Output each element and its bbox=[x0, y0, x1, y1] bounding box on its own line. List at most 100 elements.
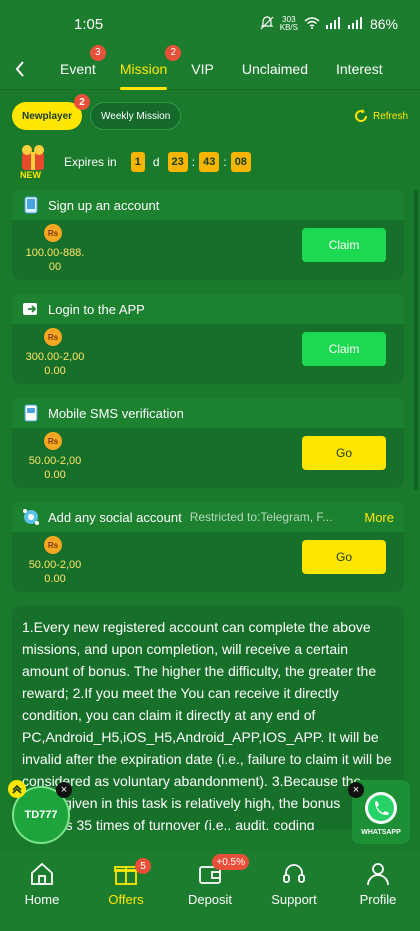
refresh-button[interactable]: Refresh bbox=[353, 108, 408, 124]
time-separator: : bbox=[223, 155, 227, 169]
tab-unclaimed[interactable]: Unclaimed bbox=[226, 48, 324, 90]
headset-icon bbox=[280, 860, 308, 888]
sms-phone-icon bbox=[22, 404, 40, 422]
rules-body: 1.Every new registered account can compl… bbox=[22, 619, 392, 830]
days-suffix: d bbox=[152, 155, 160, 169]
go-button[interactable]: Go bbox=[302, 540, 386, 574]
mission-title: Mobile SMS verification bbox=[48, 405, 184, 421]
mission-card: Add any social account Restricted to:Tel… bbox=[12, 502, 404, 592]
expires-minutes: 43 bbox=[199, 152, 220, 172]
expires-row: NEW Expires in 1 d 23 : 43 : 08 bbox=[14, 142, 406, 182]
subtab-label: Weekly Mission bbox=[101, 110, 171, 122]
signal-icon-2 bbox=[347, 16, 364, 32]
go-button[interactable]: Go bbox=[302, 436, 386, 470]
more-link[interactable]: More bbox=[364, 510, 394, 525]
subtab-weekly-mission[interactable]: Weekly Mission bbox=[90, 102, 182, 130]
rupee-coin-icon: Rs bbox=[44, 536, 62, 554]
nav-label: Support bbox=[271, 892, 317, 907]
restriction-text: Restricted to:Telegram, F... bbox=[189, 510, 333, 524]
reward-line: 0.00 bbox=[44, 469, 66, 481]
subtab-label: Newplayer bbox=[22, 110, 73, 122]
reward-line: 00 bbox=[48, 261, 62, 273]
reward-line: 50.00-2,00 bbox=[28, 559, 82, 571]
mission-reward: 50.00-2,00 0.00 bbox=[20, 558, 90, 586]
claim-button[interactable]: Claim bbox=[302, 332, 386, 366]
mission-card: Login to the APP Rs 300.00-2,00 0.00 Cla… bbox=[12, 294, 404, 384]
expires-seconds: 08 bbox=[230, 152, 251, 172]
nav-deposit[interactable]: Deposit +0.5% bbox=[175, 854, 249, 907]
refresh-label: Refresh bbox=[372, 110, 408, 122]
claim-button[interactable]: Claim bbox=[302, 228, 386, 262]
status-bar: 1:05 303 KB/S 86% bbox=[0, 0, 420, 48]
mission-header: Add any social account Restricted to:Tel… bbox=[12, 502, 404, 532]
mission-title: Add any social account bbox=[48, 509, 182, 525]
top-tab-bar: Event 3 Mission 2 VIP Unclaimed Interest bbox=[0, 44, 420, 90]
new-tag: NEW bbox=[20, 170, 41, 180]
chevron-up-icon bbox=[8, 780, 26, 798]
mute-icon bbox=[260, 15, 274, 33]
expires-label: Expires in bbox=[64, 155, 117, 169]
tab-mission[interactable]: Mission 2 bbox=[108, 44, 182, 90]
whatsapp-label: WHATSAPP bbox=[361, 828, 401, 836]
expires-hours: 23 bbox=[167, 152, 188, 172]
mission-body: Rs 50.00-2,00 0.00 Go bbox=[12, 532, 404, 592]
status-icons: 303 KB/S 86% bbox=[260, 16, 398, 33]
chevron-left-icon bbox=[15, 60, 24, 77]
app-login-icon bbox=[22, 300, 40, 318]
refresh-icon bbox=[354, 109, 367, 122]
back-button[interactable] bbox=[0, 48, 40, 90]
home-icon bbox=[28, 860, 56, 888]
rules-text: 1.Every new registered account can compl… bbox=[12, 606, 404, 830]
tab-label: Mission bbox=[119, 60, 168, 77]
wifi-icon bbox=[304, 16, 320, 32]
tab-interest[interactable]: Interest bbox=[324, 48, 395, 90]
tab-label: Interest bbox=[336, 60, 383, 77]
nav-home[interactable]: Home bbox=[7, 860, 77, 907]
mission-reward: 300.00-2,00 0.00 bbox=[20, 350, 90, 378]
reward-line: 50.00-2,00 bbox=[28, 455, 82, 467]
nav-badge: 5 bbox=[135, 858, 151, 874]
scrollbar[interactable] bbox=[414, 190, 418, 490]
bottom-navigation: Home Offers 5 Deposit +0.5% Support Prof… bbox=[0, 850, 420, 931]
mission-reward: 100.00-888. 00 bbox=[20, 246, 90, 274]
tab-vip[interactable]: VIP bbox=[179, 48, 226, 90]
nav-label: Home bbox=[24, 892, 60, 907]
rupee-coin-icon: Rs bbox=[44, 328, 62, 346]
mission-title: Sign up an account bbox=[48, 197, 160, 213]
battery-level: 86% bbox=[369, 16, 398, 32]
mission-card: Mobile SMS verification Rs 50.00-2,00 0.… bbox=[12, 398, 404, 488]
whatsapp-icon bbox=[365, 791, 397, 824]
reward-line: 0.00 bbox=[44, 573, 66, 585]
phone-icon bbox=[22, 196, 40, 214]
mission-body: Rs 100.00-888. 00 Claim bbox=[12, 220, 404, 280]
mission-subtabs: Newplayer 2 Weekly Mission Refresh bbox=[12, 94, 408, 132]
mission-list[interactable]: Sign up an account Rs 100.00-888. 00 Cla… bbox=[12, 190, 412, 830]
subtab-newplayer[interactable]: Newplayer 2 bbox=[12, 94, 91, 130]
mission-card: Sign up an account Rs 100.00-888. 00 Cla… bbox=[12, 190, 404, 280]
mission-header: Mobile SMS verification bbox=[12, 398, 404, 428]
tab-label: Unclaimed bbox=[241, 60, 308, 77]
reward-line: 0.00 bbox=[44, 365, 66, 377]
tab-event[interactable]: Event 3 bbox=[48, 44, 108, 90]
nav-label: Offers bbox=[108, 892, 144, 907]
nav-badge: +0.5% bbox=[212, 854, 249, 870]
speed-unit: KB/S bbox=[279, 23, 298, 32]
mission-reward: 50.00-2,00 0.00 bbox=[20, 454, 90, 482]
nav-label: Deposit bbox=[187, 892, 233, 907]
mission-header: Login to the APP bbox=[12, 294, 404, 324]
whatsapp-close-button[interactable]: × bbox=[348, 782, 364, 798]
mission-body: Rs 300.00-2,00 0.00 Claim bbox=[12, 324, 404, 384]
new-gift-icon: NEW bbox=[14, 142, 54, 182]
social-network-icon bbox=[22, 508, 40, 526]
tab-label: Event bbox=[60, 60, 96, 77]
nav-support[interactable]: Support bbox=[259, 860, 329, 907]
time-separator: : bbox=[191, 155, 196, 169]
mission-header: Sign up an account bbox=[12, 190, 404, 220]
nav-profile[interactable]: Profile bbox=[343, 860, 413, 907]
reward-line: 100.00-888. bbox=[25, 247, 85, 259]
nav-offers[interactable]: Offers 5 bbox=[91, 858, 161, 907]
td777-close-button[interactable]: × bbox=[56, 782, 72, 798]
signal-icon bbox=[325, 16, 342, 32]
rupee-coin-icon: Rs bbox=[44, 432, 62, 450]
network-speed: 303 KB/S bbox=[280, 16, 298, 32]
